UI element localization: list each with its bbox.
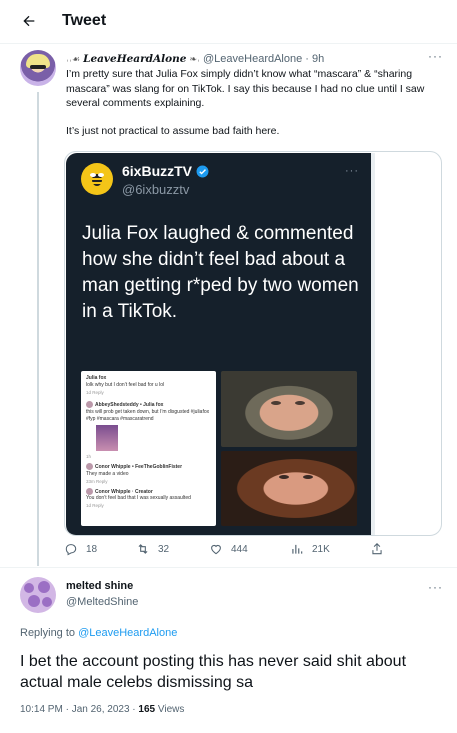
- like-icon: [211, 544, 221, 555]
- comment-meta: 1d Reply: [86, 503, 104, 509]
- name-decoration-icon: ❧˒: [189, 53, 200, 64]
- comment-meta: 1d Reply: [86, 390, 104, 395]
- scrollbar[interactable]: [371, 153, 375, 535]
- avatar: [86, 487, 93, 495]
- reply-button[interactable]: 18: [64, 542, 97, 556]
- tweet-actions: 18 32 444 21K: [64, 542, 394, 562]
- comment-meta: 1h: [86, 453, 92, 459]
- back-arrow-icon: [23, 15, 35, 27]
- quoted-name-label: 6ixBuzzTV: [122, 163, 193, 179]
- face-photo-bottom: [221, 451, 357, 526]
- more-icon[interactable]: ···: [428, 580, 443, 594]
- top-bar: Tweet: [0, 0, 457, 44]
- replying-prefix: Replying to: [20, 627, 79, 639]
- replying-to-link[interactable]: @LeaveHeardAlone: [78, 627, 177, 639]
- reply-icon: [65, 544, 77, 556]
- thread-line: [37, 92, 39, 566]
- quoted-display-name: 6ixBuzzTV: [122, 163, 209, 179]
- quoted-text: Julia Fox laughed & commented how she di…: [82, 223, 359, 322]
- comment-user: Conor Whipple • FeeTheGoblinFister: [95, 463, 183, 470]
- reply-count: 18: [86, 543, 98, 555]
- replying-to: Replying to @LeaveHeardAlone: [20, 627, 177, 639]
- tweet-header: ˓˓☙ LeaveHeardAlone ❧˒ @LeaveHeardAlone …: [66, 53, 324, 65]
- tweet-text-paragraph: I’m pretty sure that Julia Fox simply di…: [66, 68, 425, 109]
- retweet-count: 32: [158, 543, 170, 555]
- share-icon: [372, 543, 382, 555]
- views-count: 165: [138, 704, 156, 715]
- quoted-tweet-image[interactable]: 6ixBuzzTV @6ixbuzztv ··· Julia Fox laugh…: [66, 153, 371, 535]
- tweet-meta: 10:14 PM · Jan 26, 2023 · 165 Views: [20, 704, 184, 715]
- comment-user: Julia fox: [86, 375, 107, 381]
- handle[interactable]: @MeltedShine: [66, 596, 138, 608]
- views-label: Views: [155, 704, 185, 715]
- more-icon[interactable]: ···: [428, 49, 443, 63]
- divider: [0, 567, 457, 568]
- comment-user: Conor Whipple · Creator: [95, 488, 153, 495]
- comment-text: lolk why but I don’t feel bad for u lol: [86, 382, 165, 388]
- avatar[interactable]: [20, 50, 56, 86]
- comment-user: AbbeyShedsteddy • Julia fox: [95, 401, 164, 408]
- 6ixbuzz-logo-icon: [81, 163, 113, 195]
- comment-text: You don’t feel bad that I was sexually a…: [86, 495, 191, 502]
- views-button[interactable]: 21K: [290, 542, 330, 556]
- like-button[interactable]: 444: [209, 542, 248, 556]
- comment-meta: 33m Reply: [86, 478, 108, 484]
- display-name[interactable]: melted shine: [66, 580, 133, 592]
- like-count: 444: [231, 543, 248, 555]
- verified-badge-icon: [196, 165, 209, 177]
- name-decoration-icon: ˓˓☙: [66, 53, 81, 64]
- back-button[interactable]: [16, 8, 42, 34]
- views-icon: [292, 544, 303, 554]
- tiktok-comments-screenshot: Julia fox lolk why but I don’t feel bad f…: [81, 371, 216, 526]
- avatar[interactable]: [20, 577, 56, 613]
- display-name[interactable]: LeaveHeardAlone: [83, 53, 186, 65]
- avatar: [86, 462, 93, 470]
- tweet-timestamp[interactable]: 10:14 PM · Jan 26, 2023 ·: [20, 704, 138, 715]
- views-count: 21K: [312, 543, 330, 555]
- tweet-text-paragraph: It’s just not practical to assume bad fa…: [66, 124, 280, 137]
- tweet-time[interactable]: · 9h: [305, 53, 324, 65]
- video-thumbnail: [96, 424, 118, 451]
- face-photo-top: [221, 371, 357, 447]
- retweet-button[interactable]: 32: [136, 542, 169, 556]
- page-title: Tweet: [62, 12, 107, 29]
- quoted-handle: @6ixbuzztv: [122, 182, 190, 197]
- share-button[interactable]: [370, 542, 384, 556]
- more-icon: ···: [345, 165, 359, 177]
- comment-text: They made a video: [86, 470, 129, 477]
- quoted-tweet-card[interactable]: 6ixBuzzTV @6ixbuzztv ··· Julia Fox laugh…: [64, 151, 442, 536]
- handle[interactable]: @LeaveHeardAlone: [203, 53, 302, 65]
- tweet-text: I’m pretty sure that Julia Fox simply di…: [66, 67, 436, 151]
- retweet-icon: [138, 544, 148, 554]
- tweet-text: I bet the account posting this has never…: [20, 653, 407, 691]
- avatar: [86, 401, 93, 408]
- comment-text: this will prob get taken down, but I’m d…: [86, 408, 210, 422]
